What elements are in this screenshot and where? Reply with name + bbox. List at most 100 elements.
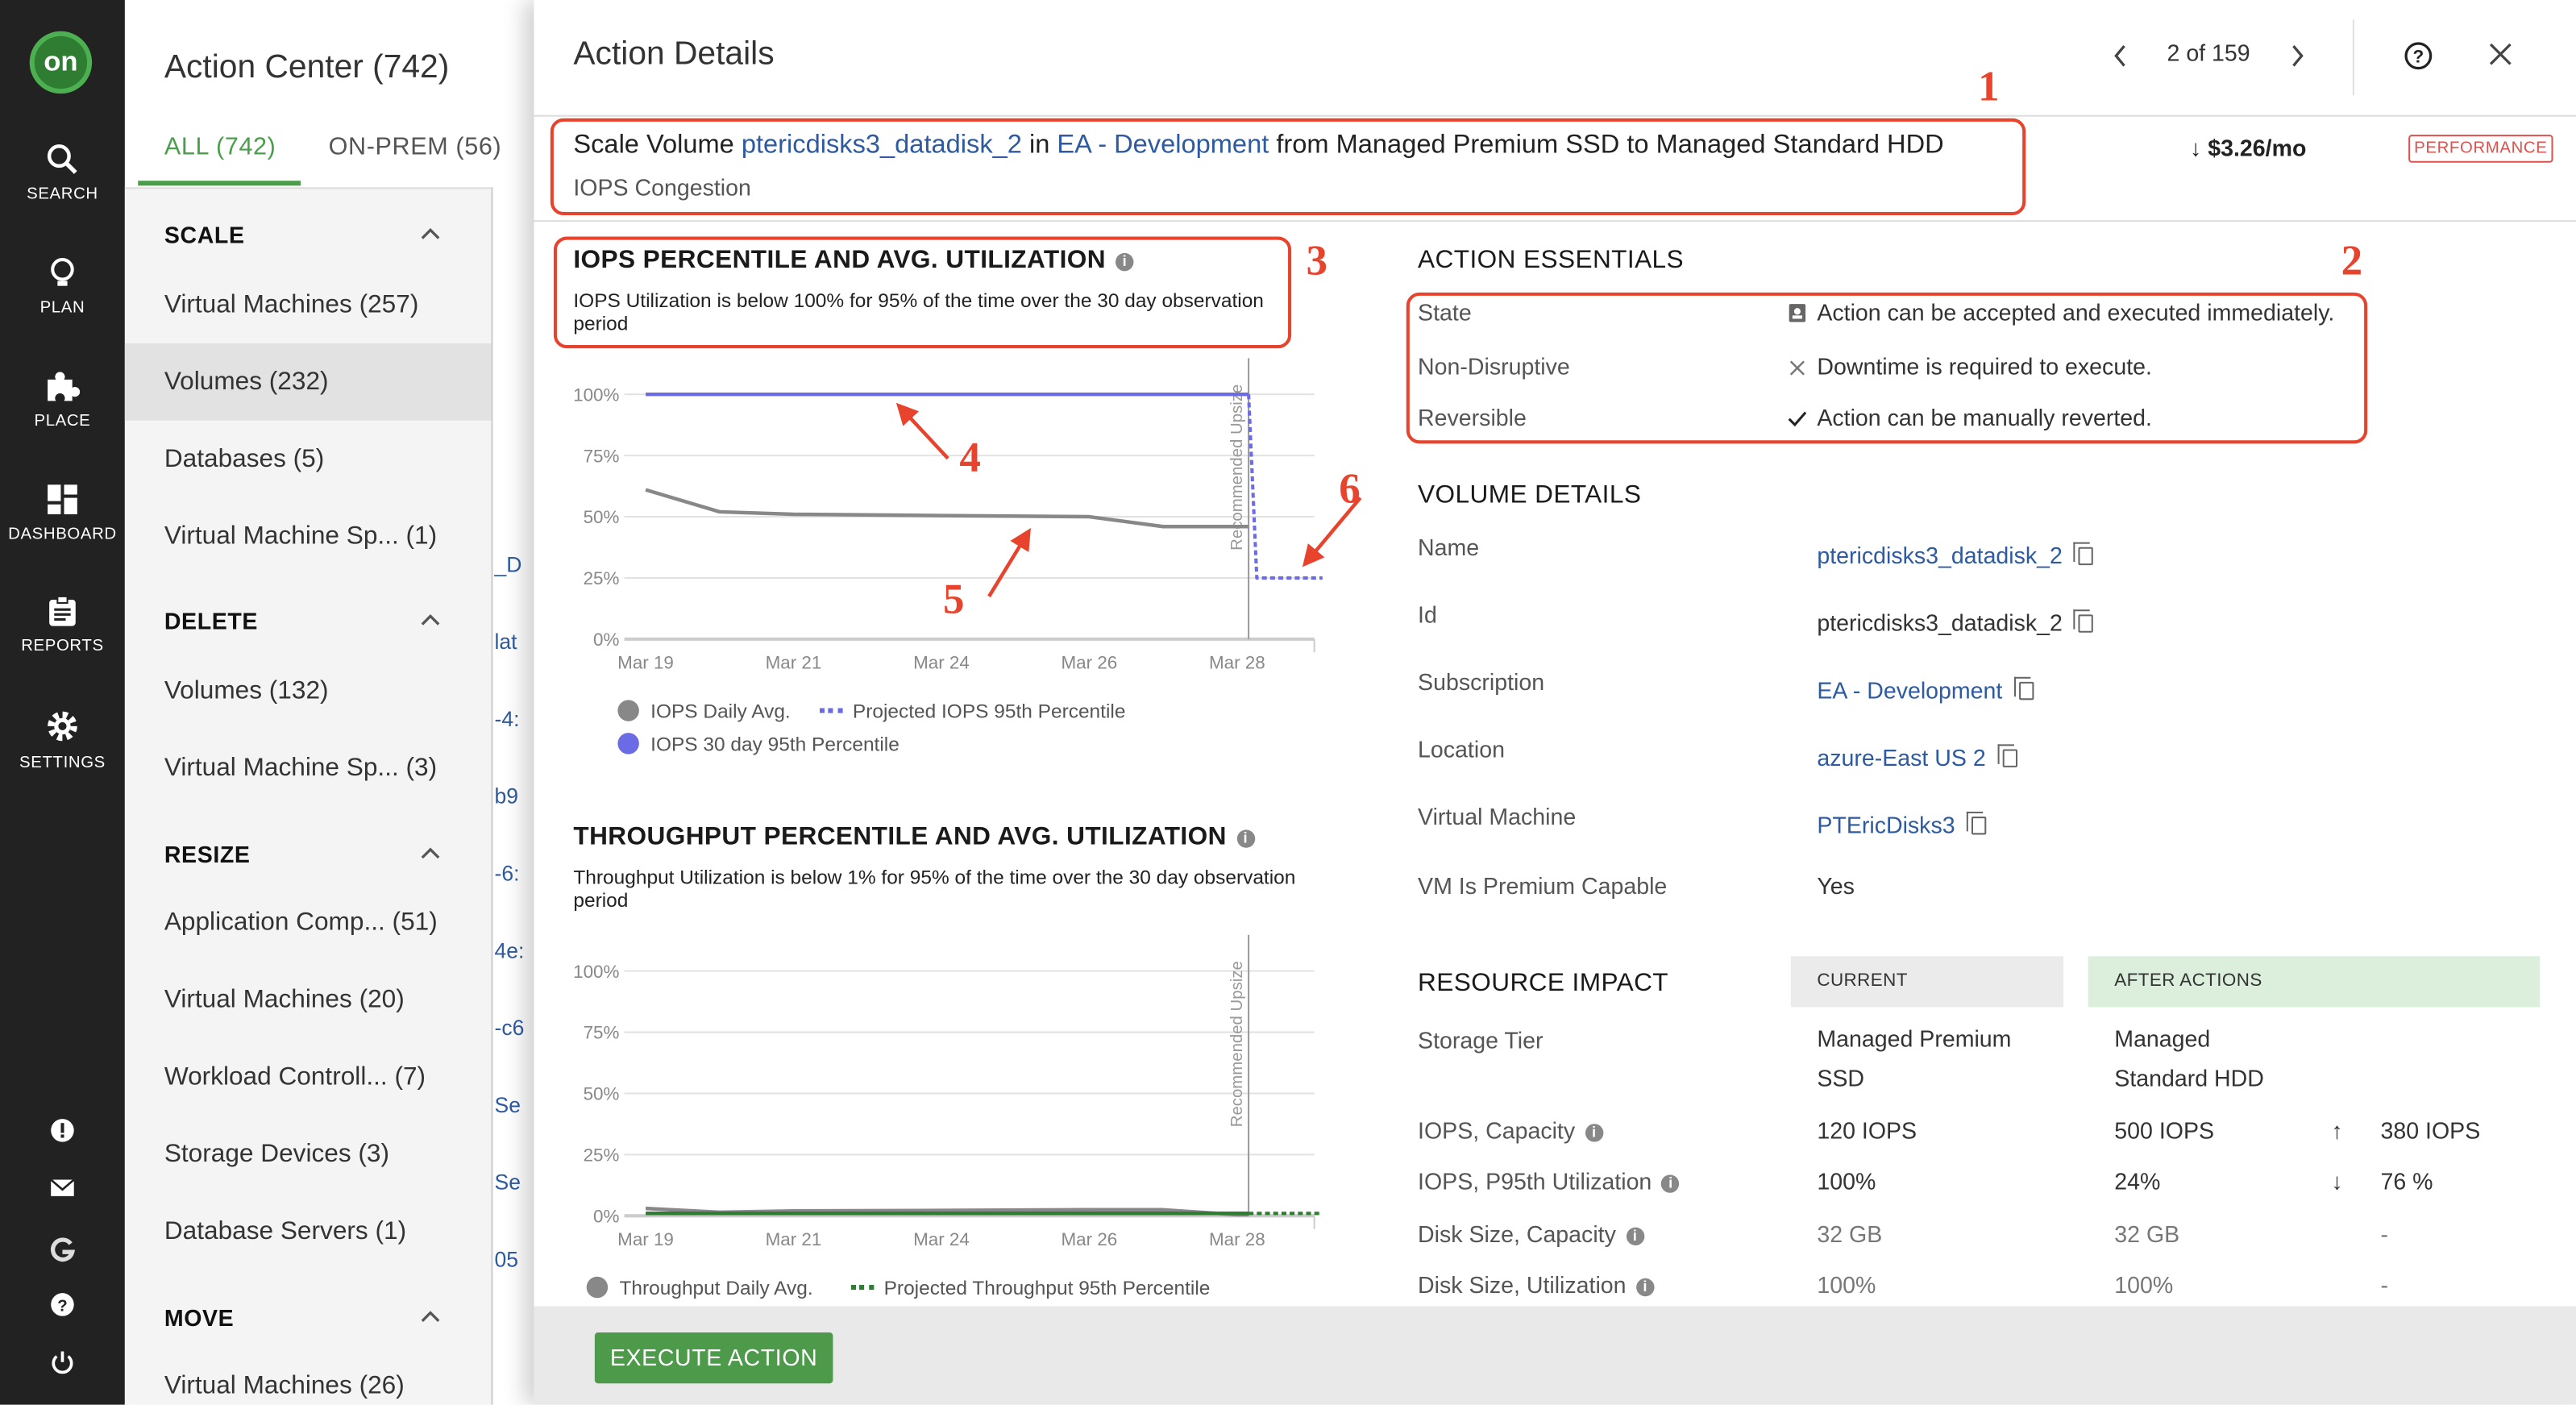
annotation-box-2 bbox=[1406, 292, 2368, 444]
impact-after: 500 IOPS bbox=[2114, 1117, 2215, 1144]
list-item[interactable]: Workload Controll... (7) bbox=[125, 1038, 492, 1116]
table-cell-fragment: lat bbox=[494, 629, 517, 655]
iops-chart: 0% 25% 50% 75% 100% Mar 19 Mar 21 Mar 24 Mar 26 M… bbox=[573, 358, 1323, 673]
power-icon[interactable] bbox=[46, 1345, 79, 1378]
list-item[interactable]: Virtual Machine Sp... (3) bbox=[125, 730, 492, 807]
list-item[interactable]: Virtual Machines (20) bbox=[125, 961, 492, 1038]
list-item[interactable]: Virtual Machine Sp... (1) bbox=[125, 498, 492, 576]
tab-on-prem[interactable]: ON-PREM (56) bbox=[329, 133, 502, 161]
nav-label: SEARCH bbox=[27, 185, 98, 204]
alert-icon[interactable] bbox=[46, 1114, 79, 1147]
list-item[interactable]: Databases (5) bbox=[125, 421, 492, 498]
g-logo-icon[interactable] bbox=[46, 1234, 79, 1267]
nav-search[interactable]: SEARCH bbox=[0, 143, 125, 204]
location-link[interactable]: azure-East US 2 bbox=[1817, 744, 1985, 771]
divider bbox=[534, 114, 2576, 117]
copy-icon[interactable] bbox=[2074, 542, 2094, 566]
section-header-move[interactable]: MOVE bbox=[164, 1304, 235, 1331]
throughput-title-text: THROUGHPUT PERCENTILE AND AVG. UTILIZATI… bbox=[573, 823, 1227, 851]
clipboard-icon bbox=[49, 595, 76, 626]
annotation-number: 5 bbox=[942, 575, 965, 623]
x-tick-label: Mar 28 bbox=[1209, 1229, 1265, 1249]
table-cell-fragment: 05 bbox=[494, 1247, 519, 1272]
annotation-number: 4 bbox=[959, 434, 981, 482]
chevron-up-icon[interactable] bbox=[421, 1310, 440, 1323]
y-tick-label: 100% bbox=[573, 385, 619, 405]
x-tick-label: Mar 26 bbox=[1062, 653, 1118, 673]
info-icon[interactable]: i bbox=[1626, 1227, 1644, 1246]
main-nav: on SEARCH PLAN PLACE DASHBOARD REPORTS S… bbox=[0, 0, 125, 1405]
help-icon[interactable]: ? bbox=[46, 1288, 79, 1321]
impact-current: 32 GB bbox=[1817, 1220, 1883, 1248]
vm-link[interactable]: PTEricDisks3 bbox=[1817, 812, 1955, 838]
copy-icon[interactable] bbox=[2013, 676, 2034, 700]
nav-place[interactable]: PLACE bbox=[0, 370, 125, 430]
turbonomic-logo[interactable]: on bbox=[29, 31, 93, 94]
close-icon[interactable] bbox=[2489, 43, 2512, 66]
table-cell-fragment: _D bbox=[494, 551, 522, 577]
copy-icon[interactable] bbox=[1966, 811, 1987, 835]
nav-dashboard[interactable]: DASHBOARD bbox=[0, 483, 125, 544]
chevron-left-icon[interactable] bbox=[2113, 44, 2129, 68]
copy-icon[interactable] bbox=[1996, 744, 2017, 767]
chevron-up-icon[interactable] bbox=[421, 846, 440, 859]
nav-settings[interactable]: SETTINGS bbox=[0, 709, 125, 772]
legend-item[interactable]: Projected IOPS 95th Percentile bbox=[820, 700, 1125, 723]
list-item[interactable]: Application Comp... (51) bbox=[125, 884, 492, 962]
detail-label: VM Is Premium Capable bbox=[1418, 872, 1668, 899]
nav-reports[interactable]: REPORTS bbox=[0, 595, 125, 655]
list-item[interactable]: Virtual Machines (257) bbox=[125, 266, 492, 343]
category-badge: PERFORMANCE bbox=[2408, 135, 2553, 163]
detail-value: PTEricDisks3 bbox=[1817, 811, 1987, 838]
list-item[interactable]: Volumes (132) bbox=[125, 652, 492, 730]
x-tick-label: Mar 24 bbox=[913, 653, 970, 673]
help-icon[interactable]: ? bbox=[2404, 41, 2433, 71]
recommended-upsize-label: Recommended Upsize bbox=[1228, 961, 1246, 1127]
copy-icon[interactable] bbox=[2074, 609, 2094, 633]
section-header-resize[interactable]: RESIZE bbox=[164, 842, 251, 868]
value-line: Managed Premium bbox=[1817, 1025, 2012, 1052]
info-icon[interactable]: i bbox=[1585, 1124, 1603, 1142]
legend-item[interactable]: Throughput Daily Avg. bbox=[586, 1276, 813, 1299]
table-cell-fragment: -6: bbox=[494, 861, 520, 886]
panel-title: Action Details bbox=[573, 35, 775, 73]
nav-plan[interactable]: PLAN bbox=[0, 256, 125, 317]
info-icon[interactable]: i bbox=[1661, 1174, 1680, 1193]
legend-label: Projected Throughput 95th Percentile bbox=[883, 1276, 1211, 1300]
detail-label: Subscription bbox=[1418, 668, 1545, 696]
table-cell-fragment: Se bbox=[494, 1170, 521, 1195]
list-item-selected[interactable]: Volumes (232) bbox=[124, 343, 492, 421]
annotation-box-3 bbox=[553, 236, 1292, 349]
y-tick-label: 75% bbox=[584, 446, 620, 466]
x-tick-label: Mar 28 bbox=[1209, 653, 1265, 673]
tab-all[interactable]: ALL (742) bbox=[164, 133, 276, 161]
series-line-iops-daily-avg- bbox=[645, 488, 1249, 529]
legend-item[interactable]: Projected Throughput 95th Percentile bbox=[850, 1276, 1211, 1300]
section-header-scale[interactable]: SCALE bbox=[164, 222, 245, 248]
execute-action-button[interactable]: EXECUTE ACTION bbox=[594, 1332, 833, 1384]
list-item[interactable]: Virtual Machines (26) bbox=[125, 1347, 492, 1404]
chevron-up-icon[interactable] bbox=[421, 613, 440, 626]
label-text: IOPS, Capacity bbox=[1418, 1117, 1576, 1144]
svg-text:?: ? bbox=[57, 1298, 67, 1316]
annotation-number: 6 bbox=[1339, 464, 1361, 513]
detail-label: Id bbox=[1418, 601, 1437, 628]
subscription-link[interactable]: EA - Development bbox=[1817, 677, 2002, 704]
info-icon[interactable]: i bbox=[1236, 829, 1255, 848]
table-cell-fragment: -4: bbox=[494, 706, 520, 732]
impact-label: Disk Size, Utilization i bbox=[1418, 1272, 1655, 1298]
list-item[interactable]: Storage Devices (3) bbox=[125, 1116, 492, 1193]
chevron-right-icon[interactable] bbox=[2288, 44, 2304, 68]
impact-label: IOPS, Capacity i bbox=[1418, 1117, 1603, 1144]
nav-label: SETTINGS bbox=[19, 754, 106, 773]
name-link[interactable]: ptericdisks3_datadisk_2 bbox=[1817, 542, 2063, 569]
list-item[interactable]: Database Servers (1) bbox=[125, 1193, 492, 1270]
info-icon[interactable]: i bbox=[1635, 1278, 1655, 1297]
section-header-delete[interactable]: DELETE bbox=[164, 608, 258, 634]
legend-item[interactable]: IOPS 30 day 95th Percentile bbox=[617, 733, 900, 756]
legend-item[interactable]: IOPS Daily Avg. bbox=[617, 700, 791, 723]
chevron-up-icon[interactable] bbox=[421, 227, 440, 239]
detail-value: azure-East US 2 bbox=[1817, 744, 2017, 771]
mail-icon[interactable] bbox=[46, 1171, 79, 1204]
after-actions-column-header: AFTER ACTIONS bbox=[2088, 956, 2541, 1008]
